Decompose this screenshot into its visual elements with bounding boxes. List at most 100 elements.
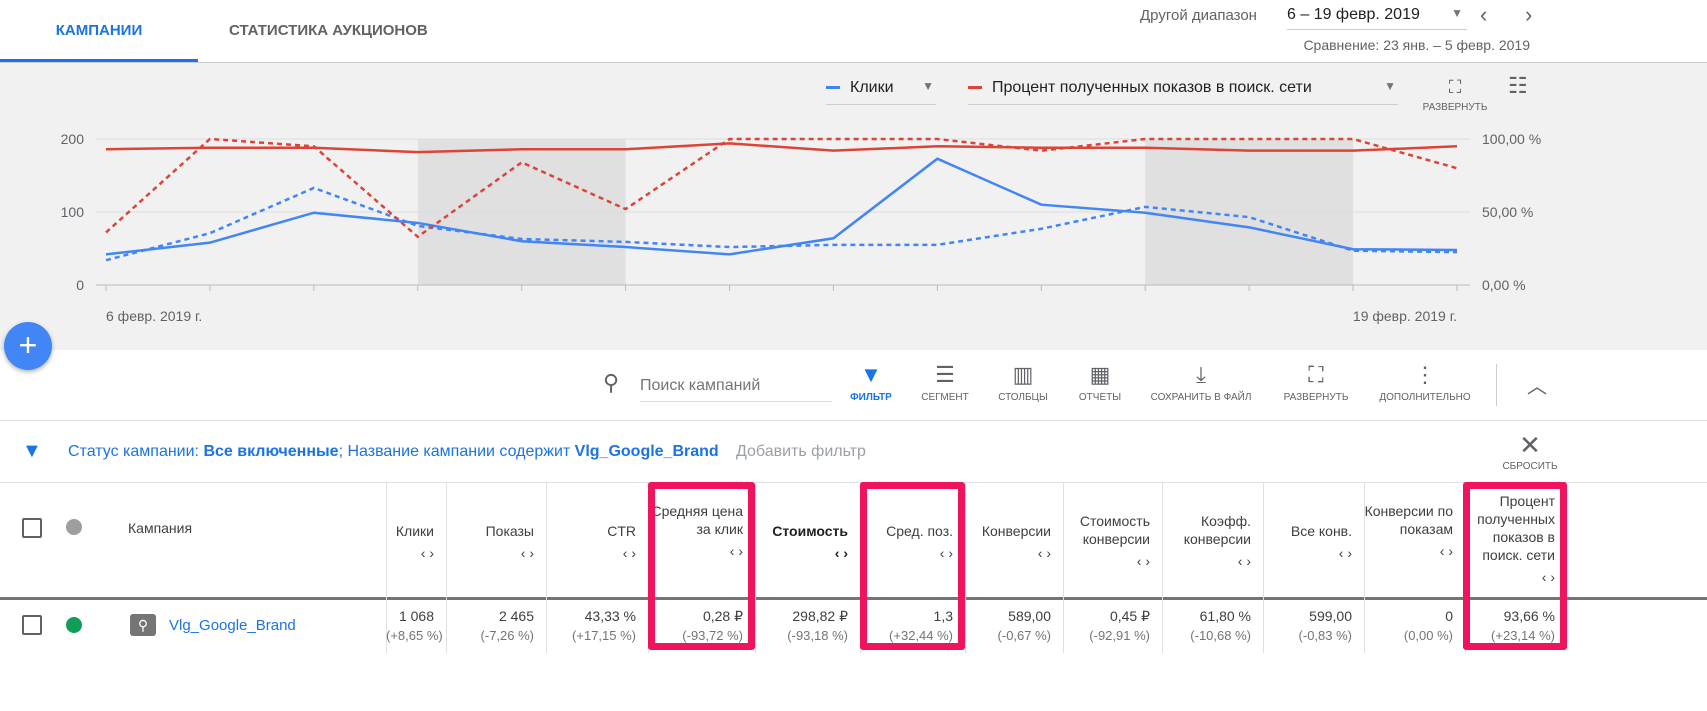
more-button[interactable]: ⋮ ДОПОЛНИТЕЛЬНО: [1370, 362, 1480, 403]
sort-arrows-icon[interactable]: ‹ ›: [965, 544, 1051, 562]
y-right-tick: 0,00 %: [1482, 277, 1526, 293]
divider: [1496, 364, 1497, 406]
collapse-icon[interactable]: ︿: [1527, 370, 1547, 399]
date-range-select[interactable]: 6 – 19 февр. 2019 ▼: [1287, 6, 1467, 30]
highlight-avg-position: [860, 482, 965, 650]
column-label: Конверсии: [981, 523, 1051, 539]
reports-icon: ▦: [1089, 362, 1111, 387]
sort-arrows-icon[interactable]: ‹ ›: [386, 544, 434, 562]
y-left-tick: 100: [61, 204, 85, 220]
fullscreen-icon: ⛶: [1308, 362, 1324, 387]
column-label: Стоимость конверсии: [1079, 513, 1150, 547]
expand-table-button[interactable]: ⛶ РАЗВЕРНУТЬ: [1261, 362, 1371, 403]
cell-change: (-7,26 %): [480, 628, 534, 643]
divider: [0, 482, 1707, 483]
header-divider: [0, 597, 1707, 600]
column-label: CTR: [607, 523, 636, 539]
column-header-conversion-rate[interactable]: Коэфф. конверсии ‹ ›: [1162, 512, 1263, 570]
cell-ctr: 43,33 % (+17,15 %): [546, 606, 648, 646]
campaign-column-header[interactable]: Кампания: [128, 520, 192, 536]
cell-value: 1 068: [398, 608, 434, 624]
download-icon: ⤓: [1196, 362, 1206, 387]
cell-value: 298,82 ₽: [792, 608, 848, 624]
column-label: Конверсии по показам: [1364, 503, 1453, 537]
cell-view-through-conversions: 0 (0,00 %): [1364, 606, 1465, 646]
status-dot-header: [66, 519, 82, 535]
column-label: Все конв.: [1290, 523, 1352, 539]
more-vert-icon: ⋮: [1414, 362, 1436, 387]
add-fab-button[interactable]: +: [4, 322, 52, 370]
cell-change: (-0,83 %): [1298, 628, 1352, 643]
divider: [0, 420, 1707, 421]
comparison-range: Сравнение: 23 янв. – 5 февр. 2019: [1303, 37, 1530, 53]
cell-value: 0: [1445, 608, 1453, 624]
select-all-checkbox[interactable]: [22, 518, 42, 538]
cell-change: (+17,15 %): [572, 628, 636, 643]
cell-value: 43,33 %: [584, 608, 636, 624]
column-header-view-through-conversions[interactable]: Конверсии по показам ‹ ›: [1364, 502, 1465, 560]
reset-filter-button[interactable]: ✕ СБРОСИТЬ: [1500, 430, 1560, 472]
active-filter[interactable]: Статус кампании: Все включенные; Названи…: [68, 443, 719, 461]
column-label: Клики: [395, 523, 434, 539]
filter-icon: ▼: [22, 440, 42, 462]
cell-change: (-0,67 %): [997, 628, 1051, 643]
dropdown-icon: ▼: [1451, 6, 1463, 20]
column-header-all-conversions[interactable]: Все конв. ‹ ›: [1263, 522, 1364, 562]
cell-clicks: 1 068 (+8,65 %): [386, 606, 446, 646]
cell-change: (+8,65 %): [386, 628, 443, 643]
column-header-impressions[interactable]: Показы ‹ ›: [446, 522, 546, 562]
column-header-conversions[interactable]: Конверсии ‹ ›: [965, 522, 1063, 562]
sort-arrows-icon[interactable]: ‹ ›: [446, 544, 534, 562]
highlight-impression-share: [1463, 482, 1567, 650]
x-tick-label: 19 февр. 2019 г.: [1353, 308, 1457, 324]
y-left-tick: 0: [76, 277, 84, 293]
cell-value: 2 465: [498, 608, 534, 624]
cell-change: (0,00 %): [1403, 628, 1453, 643]
y-left-tick: 200: [61, 131, 85, 147]
y-right-tick: 50,00 %: [1482, 204, 1533, 220]
date-range-value: 6 – 19 февр. 2019: [1287, 6, 1420, 23]
column-header-cost-per-conversion[interactable]: Стоимость конверсии ‹ ›: [1063, 512, 1162, 570]
tab-auction-insights[interactable]: СТАТИСТИКА АУКЦИОНОВ: [229, 0, 428, 62]
sort-arrows-icon[interactable]: ‹ ›: [1162, 552, 1251, 570]
status-enabled-dot: [66, 617, 82, 633]
reports-button[interactable]: ▦ ОТЧЕТЫ: [1045, 362, 1155, 403]
row-checkbox[interactable]: [22, 615, 42, 635]
sort-arrows-icon[interactable]: ‹ ›: [546, 544, 636, 562]
cell-change: (-92,91 %): [1089, 628, 1150, 643]
column-header-clicks[interactable]: Клики ‹ ›: [386, 522, 446, 562]
cell-cost-per-conversion: 0,45 ₽ (-92,91 %): [1063, 606, 1162, 646]
chart-plot: 0 0,00 % 100 50,00 % 200 100,00 % 6 февр. 2019…: [61, 131, 1542, 324]
column-header-cost[interactable]: Стоимость ‹ ›: [755, 522, 860, 562]
add-filter-link[interactable]: Добавить фильтр: [736, 443, 866, 461]
prev-period-icon[interactable]: ‹: [1480, 2, 1487, 28]
highlight-cpc: [648, 482, 755, 650]
tab-campaigns[interactable]: КАМПАНИИ: [0, 0, 198, 62]
sort-arrows-icon[interactable]: ‹ ›: [1364, 542, 1453, 560]
x-tick-label: 6 февр. 2019 г.: [106, 308, 202, 324]
search-icon: ⚲: [603, 370, 620, 395]
campaign-name-link[interactable]: Vlg_Google_Brand: [169, 617, 296, 634]
cell-impressions: 2 465 (-7,26 %): [446, 606, 546, 646]
cell-value: 61,80 %: [1199, 608, 1251, 624]
column-label: Показы: [485, 523, 534, 539]
column-header-ctr[interactable]: CTR ‹ ›: [546, 522, 648, 562]
cell-conversion-rate: 61,80 % (-10,68 %): [1162, 606, 1263, 646]
sort-arrows-icon[interactable]: ‹ ›: [1263, 544, 1352, 562]
download-button[interactable]: ⤓ СОХРАНИТЬ В ФАЙЛ: [1146, 362, 1256, 403]
search-campaigns-input[interactable]: [640, 370, 832, 402]
cell-change: (-10,68 %): [1190, 628, 1251, 643]
close-icon: ✕: [1519, 430, 1541, 460]
column-label: Стоимость: [772, 523, 848, 539]
sort-arrows-icon[interactable]: ‹ ›: [1063, 552, 1150, 570]
cell-all-conversions: 599,00 (-0,83 %): [1263, 606, 1364, 646]
cell-change: (-93,18 %): [787, 628, 848, 643]
column-label: Коэфф. конверсии: [1183, 513, 1251, 547]
cell-conversions: 589,00 (-0,67 %): [965, 606, 1063, 646]
search-campaign-icon: ⚲: [130, 614, 156, 636]
cell-value: 0,45 ₽: [1109, 608, 1150, 624]
performance-chart: Клики ▼ Процент полученных показов в поис…: [0, 62, 1707, 350]
cell-value: 599,00: [1309, 608, 1352, 624]
next-period-icon[interactable]: ›: [1525, 2, 1532, 28]
sort-arrows-icon[interactable]: ‹ ›: [755, 544, 848, 562]
